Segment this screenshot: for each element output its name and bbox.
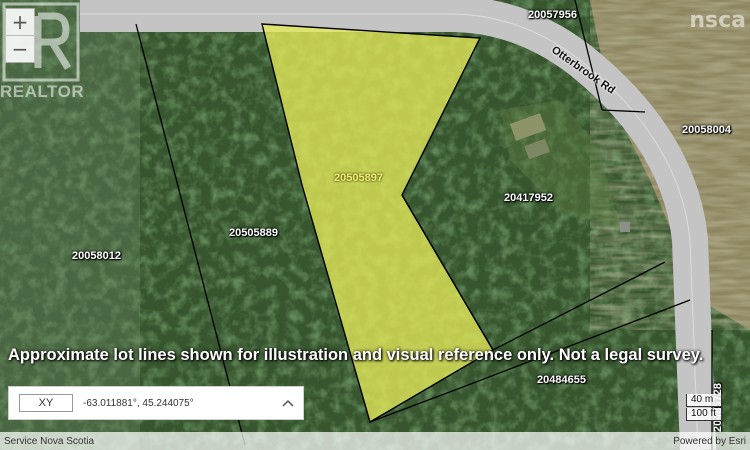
parcel-label-20058004: 20058004 (682, 124, 731, 136)
realtor-watermark: REALTOR (0, 0, 84, 104)
collapse-button[interactable] (273, 399, 303, 407)
coordinate-format-select[interactable]: XY (19, 394, 73, 412)
parcel-label-20484655: 20484655 (537, 374, 586, 386)
attribution-bar: Service Nova Scotia Powered by Esri (0, 432, 750, 450)
scale-bar-imperial: 100 ft (686, 408, 722, 421)
parcel-label-20417952: 20417952 (504, 192, 553, 204)
scale-bar-metric: 40 m (686, 394, 722, 407)
parcel-label-20057956: 20057956 (528, 9, 577, 21)
attribution-powered-by[interactable]: Powered by Esri (673, 436, 746, 447)
parcel-label-20058012: 20058012 (72, 250, 121, 262)
coordinate-panel: XY -63.011881°, 45.244075° (8, 386, 304, 420)
shed (620, 222, 630, 232)
aerial-map[interactable] (0, 0, 750, 450)
parcel-label-20505889: 20505889 (229, 227, 278, 239)
attribution-source: Service Nova Scotia (4, 435, 95, 447)
parcel-label-20505897: 20505897 (334, 172, 383, 184)
chevron-up-icon (282, 399, 294, 407)
realtor-watermark-text: REALTOR (0, 82, 85, 101)
disclaimer-text: Approximate lot lines shown for illustra… (8, 346, 704, 364)
nova-scotia-logo: nsca (689, 8, 746, 33)
coordinate-readout: -63.011881°, 45.244075° (83, 397, 194, 409)
